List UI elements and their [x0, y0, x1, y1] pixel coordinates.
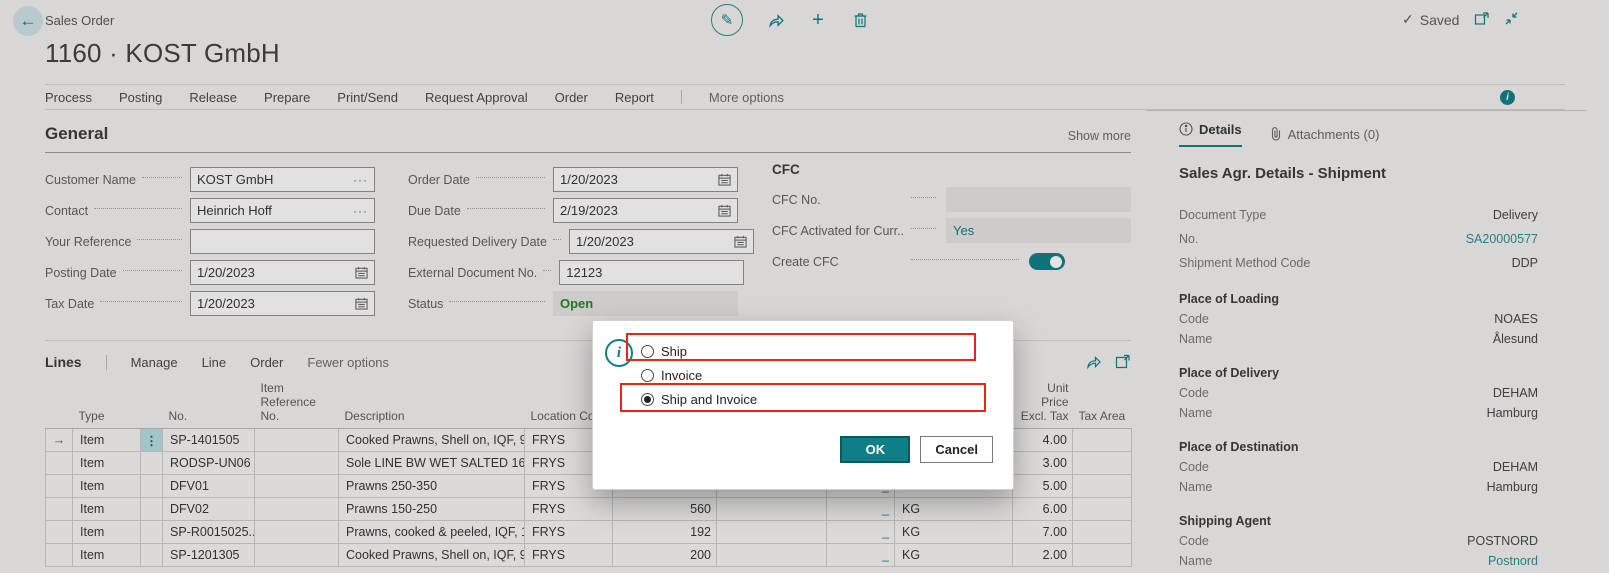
radio-ship-and-invoice-label: Ship and Invoice [661, 392, 757, 407]
dialog-info-icon: i [605, 339, 633, 367]
ok-button[interactable]: OK [840, 436, 910, 463]
radio-ship-and-invoice[interactable]: Ship and Invoice [641, 387, 757, 411]
posting-options: Ship Invoice Ship and Invoice [641, 339, 757, 411]
radio-ship-label: Ship [661, 344, 687, 359]
radio-ship[interactable]: Ship [641, 339, 757, 363]
radio-circle-unselected[interactable] [641, 369, 654, 382]
radio-invoice-label: Invoice [661, 368, 702, 383]
radio-circle-unselected[interactable] [641, 345, 654, 358]
dialog-buttons: OK Cancel [840, 436, 993, 463]
radio-invoice[interactable]: Invoice [641, 363, 757, 387]
sales-order-page: ← Sales Order ✎ + ✓ Saved [0, 0, 1609, 573]
cancel-button[interactable]: Cancel [920, 436, 993, 463]
post-document-dialog: i Ship Invoice Ship and Invoice OK Cance… [592, 320, 1014, 490]
radio-circle-selected[interactable] [641, 393, 654, 406]
info-glyph: i [617, 345, 621, 362]
